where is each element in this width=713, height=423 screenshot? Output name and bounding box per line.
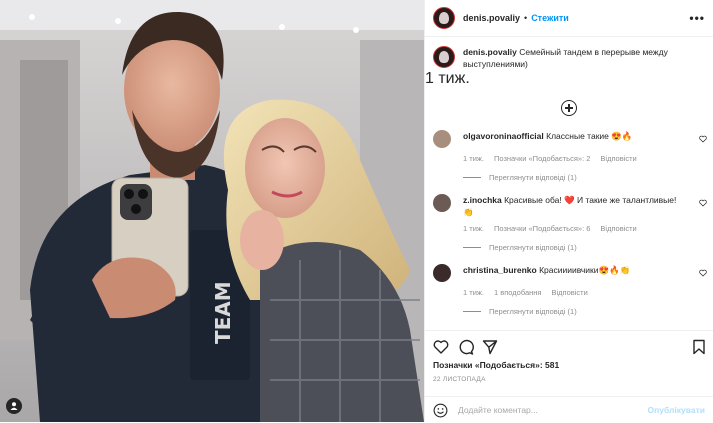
comment-input[interactable]: Додайте коментар... [458,405,538,415]
comment-text-block: olgavoroninaofficial Классные такие 😍🔥 [463,130,688,142]
view-replies-label: Переглянути відповіді (1) [489,307,577,316]
more-options-icon[interactable]: ••• [689,11,705,25]
comment-username[interactable]: z.inochka [463,195,502,205]
comment-avatar[interactable] [433,194,451,212]
instagram-post-window: TEAM denis.povaliy • Стежити ••• denis.p… [0,0,713,422]
comment-reply-button[interactable]: Відповісти [600,224,636,233]
post-actions-bar [425,330,713,361]
post-header: denis.povaliy • Стежити ••• [425,0,713,37]
share-icon[interactable] [482,339,498,355]
svg-text:TEAM: TEAM [211,281,235,344]
comment-meta: 1 тиж. Позначки «Подобається»: 2 Відпові… [463,154,705,163]
caption-time: 1 тиж. [425,70,470,87]
follow-button[interactable]: Стежити [531,13,569,23]
author-avatar[interactable] [433,7,455,29]
comment-username[interactable]: christina_burenko [463,265,537,275]
view-replies-button[interactable]: Переглянути відповіді (1) [463,307,705,316]
comment-likes[interactable]: 1 вподобання [494,288,542,297]
photo-illustration: TEAM [0,0,424,422]
post-date[interactable]: 22 ЛИСТОПАДА [433,376,486,383]
view-replies-button[interactable]: Переглянути відповіді (1) [463,173,705,182]
post-side-panel: denis.povaliy • Стежити ••• denis.povali… [424,0,713,422]
comment-time[interactable]: 1 тиж. [463,224,484,233]
view-replies-label: Переглянути відповіді (1) [489,243,577,252]
comment-text-block: christina_burenko Красиииивчики😍🔥👏 [463,264,688,276]
caption-username[interactable]: denis.povaliy [463,47,517,57]
caption-avatar[interactable] [433,46,455,68]
add-comment-bar: Додайте коментар... Опублікувати [425,396,713,423]
comment-like-heart-icon[interactable] [699,135,707,143]
comment-like-heart-icon[interactable] [699,199,707,207]
emoji-icon[interactable] [433,403,448,418]
comment-reply-button[interactable]: Відповісти [600,154,636,163]
publish-comment-button[interactable]: Опублікувати [648,405,705,415]
comments-list[interactable]: denis.povaliy Семейный тандем в перерыве… [425,37,713,326]
post-photo[interactable]: TEAM [0,0,424,422]
separator-dot: • [524,13,528,23]
caption-text-block: denis.povaliy Семейный тандем в перерыве… [463,46,673,70]
comment-meta: 1 тиж. Позначки «Подобається»: 6 Відпові… [463,224,705,233]
comment-text: Красиииивчики😍🔥👏 [539,265,631,275]
post-likes-count[interactable]: Позначки «Подобається»: 581 [433,360,559,370]
comment-text: Классные такие 😍🔥 [546,131,633,141]
plus-circle-icon[interactable] [561,100,577,116]
comment-text-block: z.inochka Красивые оба! ❤️ И такие же та… [463,194,688,218]
comment-likes[interactable]: Позначки «Подобається»: 2 [494,154,590,163]
comment-likes[interactable]: Позначки «Подобається»: 6 [494,224,590,233]
comment-avatar[interactable] [433,130,451,148]
comment-item: olgavoroninaofficial Классные такие 😍🔥 1… [425,130,713,182]
comment-time[interactable]: 1 тиж. [463,288,484,297]
comment-username[interactable]: olgavoroninaofficial [463,131,544,141]
view-replies-label: Переглянути відповіді (1) [489,173,577,182]
view-replies-button[interactable]: Переглянути відповіді (1) [463,243,705,252]
post-caption: denis.povaliy Семейный тандем в перерыве… [425,37,713,70]
comment-meta: 1 тиж. 1 вподобання Відповісти [463,288,705,297]
comment-item: christina_burenko Красиииивчики😍🔥👏 1 тиж… [425,264,713,316]
tagged-users-icon[interactable] [6,398,22,414]
comment-avatar[interactable] [433,264,451,282]
comment-icon[interactable] [458,339,474,355]
author-username[interactable]: denis.povaliy [463,13,520,23]
comment-reply-button[interactable]: Відповісти [551,288,587,297]
bookmark-icon[interactable] [691,339,707,355]
comment-item: z.inochka Красивые оба! ❤️ И такие же та… [425,194,713,252]
comment-like-heart-icon[interactable] [699,269,707,277]
comment-time[interactable]: 1 тиж. [463,154,484,163]
heart-icon[interactable] [433,339,449,355]
